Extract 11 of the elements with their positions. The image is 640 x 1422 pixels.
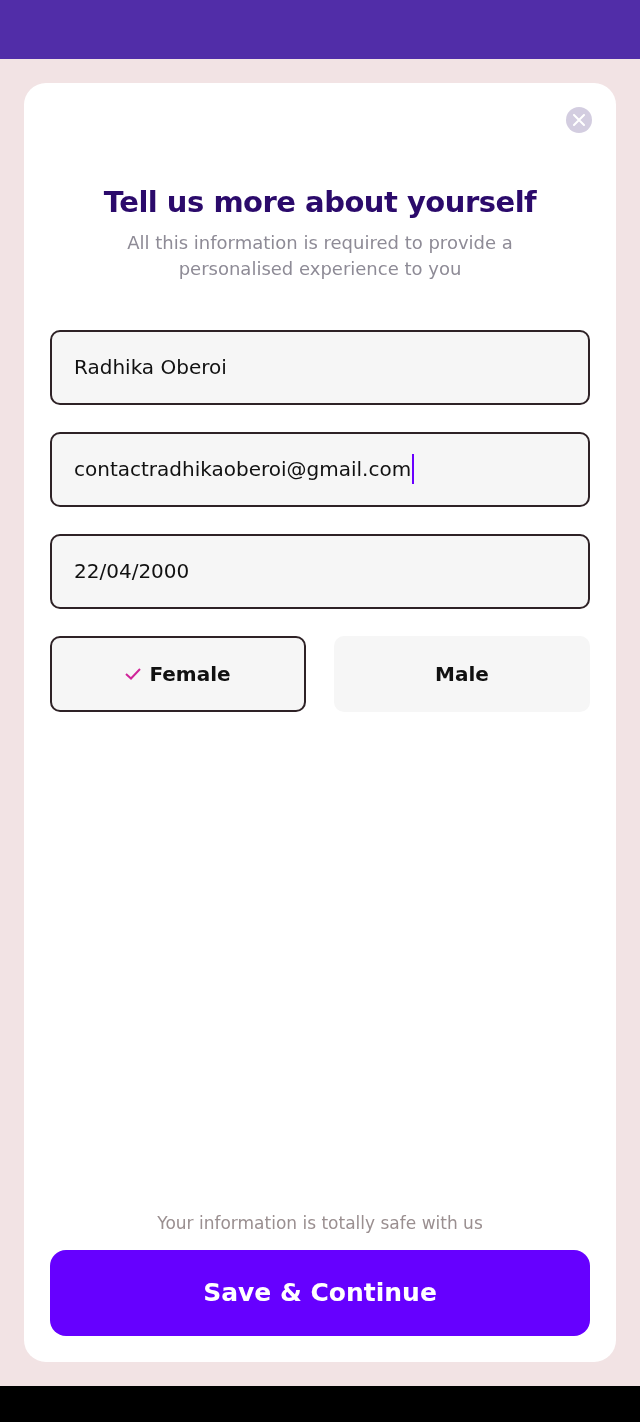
form-title: Tell us more about yourself [102, 185, 538, 220]
gender-option[interactable]: Female [50, 635, 306, 712]
gender-option[interactable]: Male [334, 635, 590, 712]
input-field[interactable]: 22/04/2000 [50, 533, 590, 609]
save-continue-button[interactable]: Save & Continue [50, 1250, 590, 1336]
check-icon [125, 667, 142, 680]
input-field[interactable]: Radhika Oberoi [50, 329, 590, 405]
form-subtitle: All this information is required to provide a personalised experience to you [126, 230, 514, 281]
close-icon[interactable] [566, 107, 592, 133]
input-field[interactable]: contactradhikaoberoi@gmail.com [50, 431, 590, 507]
safety-note: Your information is totally safe with us [156, 1211, 484, 1235]
